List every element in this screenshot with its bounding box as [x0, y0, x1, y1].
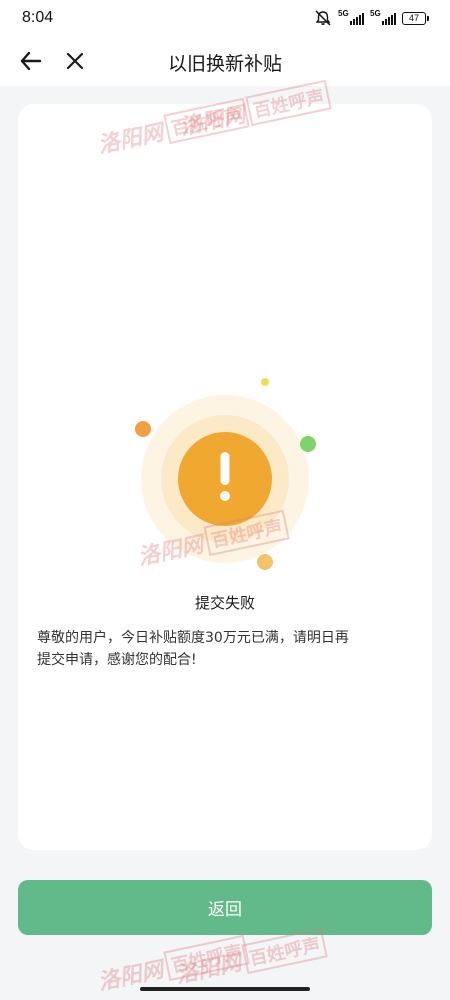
- status-bar: 8:04 5G 5G 47: [0, 0, 450, 36]
- signal-icon-sim2: 5G: [370, 9, 396, 26]
- nav-bar: 以旧换新补贴: [0, 36, 450, 86]
- battery-icon: 47: [402, 11, 429, 25]
- status-time: 8:04: [22, 9, 54, 26]
- decor-dot-green: [300, 436, 316, 452]
- home-indicator[interactable]: [140, 987, 310, 991]
- status-icons: 5G 5G 47: [314, 9, 429, 27]
- network-type-label: 5G: [338, 9, 349, 18]
- mute-alarm-icon: [315, 10, 331, 26]
- result-card: 提交失败 尊敬的用户，今日补贴额度30万元已满，请明日再 提交申请，感谢您的配合…: [18, 104, 432, 850]
- decor-dot-orange: [135, 421, 151, 437]
- page-title: 以旧换新补贴: [167, 53, 282, 75]
- signal-icon-sim1: 5G: [338, 9, 364, 26]
- watermark: 洛阳网 百姓呼声: [173, 927, 328, 990]
- network-type-label: 5G: [370, 9, 381, 18]
- warning-illustration: [135, 378, 316, 570]
- decor-dot-yellow: [261, 378, 269, 386]
- result-title: 提交失败: [194, 594, 255, 612]
- exclamation-dot: [220, 491, 230, 501]
- result-message: 尊敬的用户，今日补贴额度30万元已满，请明日再 提交申请，感谢您的配合!: [37, 630, 349, 668]
- exclamation-bar: [220, 452, 230, 485]
- return-button[interactable]: 返回: [18, 880, 432, 935]
- decor-dot-peach: [257, 554, 273, 570]
